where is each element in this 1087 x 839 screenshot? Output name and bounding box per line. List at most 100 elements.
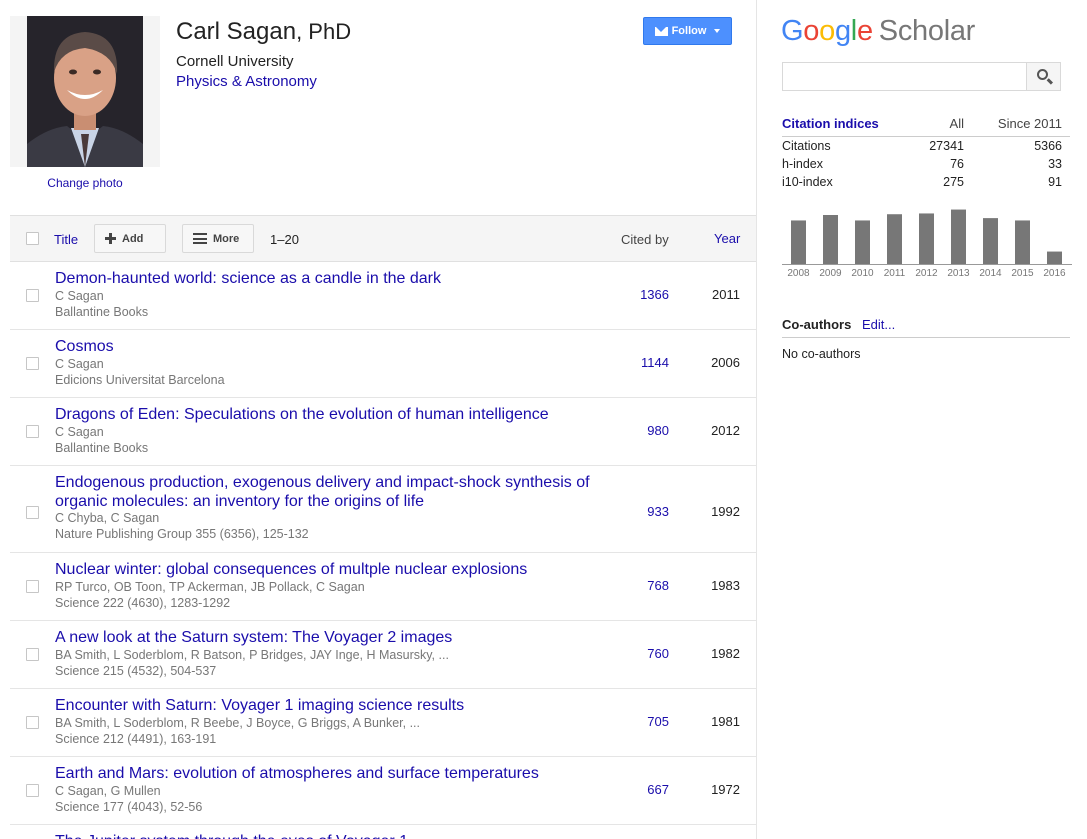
change-photo-link[interactable]: Change photo — [10, 176, 160, 190]
profile-name: Carl Sagan, PhD — [176, 18, 351, 46]
article-title-link[interactable]: Cosmos — [55, 337, 595, 356]
chart-tick-label: 2014 — [979, 268, 1002, 279]
logo-letter: o — [803, 15, 820, 47]
article-row: Dragons of Eden: Speculations on the evo… — [10, 398, 756, 466]
article-title-link[interactable]: The Jupiter system through the eyes of V… — [55, 832, 595, 839]
article-cited-by-link[interactable]: 980 — [610, 423, 669, 438]
article-checkbox[interactable] — [26, 289, 39, 302]
metric-label: h-index — [782, 157, 823, 171]
profile-photo-frame — [10, 16, 160, 167]
chart-bar-2015[interactable] — [1015, 220, 1030, 264]
article-title-link[interactable]: Encounter with Saturn: Voyager 1 imaging… — [55, 696, 595, 715]
more-label: More — [213, 232, 240, 245]
article-row: Demon-haunted world: science as a candle… — [10, 262, 756, 330]
article-title-link[interactable]: Nuclear winter: global consequences of m… — [55, 560, 595, 579]
metric-all-value: 275 — [943, 175, 964, 189]
logo-scholar-word: Scholar — [878, 15, 976, 47]
metric-label: Citations — [782, 139, 831, 153]
article-year: 1982 — [711, 646, 740, 661]
article-year: 1992 — [711, 504, 740, 519]
article-year: 2011 — [712, 287, 740, 302]
article-checkbox[interactable] — [26, 784, 39, 797]
chart-bar-2008[interactable] — [791, 220, 806, 264]
article-checkbox[interactable] — [26, 580, 39, 593]
chart-bar-2012[interactable] — [919, 213, 934, 264]
logo-letter: G — [781, 15, 804, 47]
coauthors-edit-link[interactable]: Edit... — [862, 317, 895, 332]
search-button[interactable] — [1026, 62, 1061, 91]
article-cited-by-link[interactable]: 1144 — [610, 355, 669, 370]
article-year: 1981 — [711, 714, 740, 729]
article-cited-by-link[interactable]: 705 — [610, 714, 669, 729]
article-title-link[interactable]: A new look at the Saturn system: The Voy… — [55, 628, 595, 647]
i10-index-row: i10-index 275 91 — [782, 175, 1070, 193]
article-title-link[interactable]: Demon-haunted world: science as a candle… — [55, 269, 595, 288]
article-checkbox[interactable] — [26, 648, 39, 661]
chart-tick-label: 2015 — [1011, 268, 1034, 279]
coauthors-label: Co-authors — [782, 317, 852, 332]
chart-bar-2016[interactable] — [1047, 251, 1062, 264]
article-year: 1983 — [711, 578, 740, 593]
sort-by-title-link[interactable]: Title — [54, 232, 78, 247]
article-authors: C Sagan — [55, 425, 104, 439]
article-authors: C Sagan — [55, 357, 104, 371]
pagination-range: 1–20 — [270, 232, 299, 247]
metric-since-value: 91 — [1048, 175, 1062, 189]
article-cited-by-link[interactable]: 933 — [610, 504, 669, 519]
citations-row: Citations 27341 5366 — [782, 139, 1070, 157]
article-venue: Science 222 (4630), 1283-1292 — [55, 596, 231, 610]
article-checkbox[interactable] — [26, 425, 39, 438]
google-scholar-logo[interactable]: Google Scholar — [781, 15, 975, 48]
chart-tick-label: 2011 — [884, 268, 906, 279]
article-row: Cosmos C Sagan Edicions Universitat Barcel… — [10, 330, 756, 398]
article-checkbox[interactable] — [26, 506, 39, 519]
article-row: Nuclear winter: global consequences of m… — [10, 553, 756, 621]
metric-since-value: 5366 — [1034, 139, 1062, 153]
article-row: Encounter with Saturn: Voyager 1 imaging… — [10, 689, 756, 757]
search-input[interactable] — [782, 62, 1027, 91]
add-button[interactable]: Add — [94, 224, 166, 253]
chart-bar-2009[interactable] — [823, 215, 838, 264]
profile-photo[interactable] — [27, 16, 143, 167]
plus-icon — [105, 233, 116, 244]
h-index-row: h-index 76 33 — [782, 157, 1070, 175]
article-title-link[interactable]: Dragons of Eden: Speculations on the evo… — [55, 405, 595, 424]
article-authors: C Sagan, G Mullen — [55, 784, 161, 798]
follow-button[interactable]: Follow — [643, 17, 732, 45]
chart-tick-label: 2012 — [915, 268, 938, 279]
citation-indices-label[interactable]: Citation indices — [782, 116, 879, 131]
chart-bar-2011[interactable] — [887, 214, 902, 264]
article-title-link[interactable]: Endogenous production, exogenous deliver… — [55, 473, 595, 511]
metric-all-value: 76 — [950, 157, 964, 171]
article-checkbox[interactable] — [26, 357, 39, 370]
article-title-link[interactable]: Earth and Mars: evolution of atmospheres… — [55, 764, 595, 783]
article-authors: BA Smith, L Soderblom, R Beebe, J Boyce,… — [55, 716, 420, 730]
article-cited-by-link[interactable]: 768 — [610, 578, 669, 593]
cited-by-header: Cited by — [621, 232, 669, 247]
chart-tick-label: 2009 — [819, 268, 842, 279]
coauthors-empty-text: No co-authors — [782, 347, 861, 361]
article-cited-by-link[interactable]: 667 — [610, 782, 669, 797]
column-since-header: Since 2011 — [997, 116, 1062, 131]
profile-name-text: Carl Sagan — [176, 18, 297, 45]
chart-bar-2013[interactable] — [951, 209, 966, 264]
chart-bar-2014[interactable] — [983, 218, 998, 264]
pane-divider — [756, 0, 757, 839]
citations-per-year-chart: 2008 2009 2010 2011 2012 2013 2014 2015 2016 — [782, 209, 1072, 279]
chevron-down-icon — [714, 29, 721, 33]
select-all-checkbox[interactable] — [26, 232, 39, 245]
article-cited-by-link[interactable]: 760 — [610, 646, 669, 661]
article-cited-by-link[interactable]: 1366 — [610, 287, 669, 302]
profile-field-link[interactable]: Physics & Astronomy — [176, 73, 317, 90]
article-authors: C Sagan — [55, 289, 104, 303]
article-authors: BA Smith, L Soderblom, R Batson, P Bridg… — [55, 648, 449, 662]
menu-icon — [193, 233, 207, 244]
article-year: 2006 — [711, 355, 740, 370]
sort-by-year-link[interactable]: Year — [714, 231, 740, 246]
chart-tick-label: 2016 — [1043, 268, 1066, 279]
article-row: Endogenous production, exogenous deliver… — [10, 466, 756, 553]
chart-bar-2010[interactable] — [855, 220, 870, 264]
profile-pane: Change photo Carl Sagan, PhD Cornell Uni… — [0, 0, 756, 839]
more-button[interactable]: More — [182, 224, 254, 253]
article-checkbox[interactable] — [26, 716, 39, 729]
